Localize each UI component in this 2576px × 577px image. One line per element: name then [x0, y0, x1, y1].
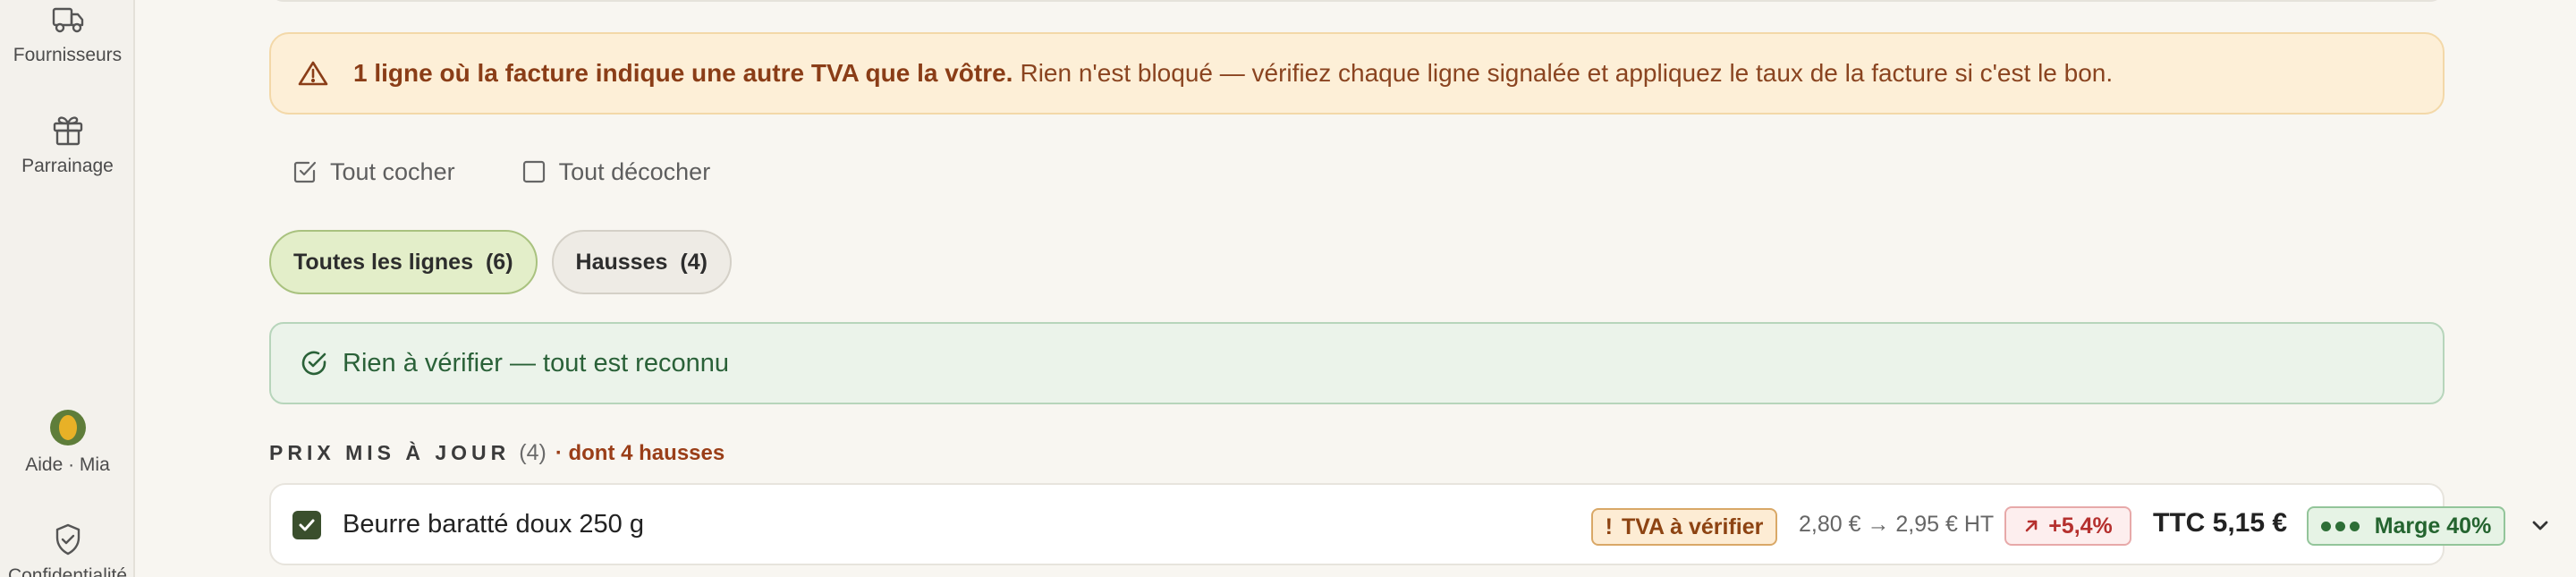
banner-text: Rien à vérifier — tout est reconnu — [343, 348, 729, 378]
margin-value: Marge 40% — [2374, 513, 2492, 539]
section-count: (4) — [519, 440, 547, 465]
check-all-label: Tout cocher — [330, 157, 455, 185]
check-all-button[interactable]: Tout cocher — [292, 158, 455, 186]
sidebar-item-suppliers[interactable]: Fournisseurs — [0, 0, 135, 66]
check-icon — [299, 519, 315, 531]
main-content: 1 ligne où la facture indique une autre … — [135, 0, 2576, 577]
sidebar-item-label: Aide · Mia — [25, 454, 110, 475]
exclamation-icon: ! — [1605, 513, 1613, 539]
filter-chip-all-lines[interactable]: Toutes les lignes (6) — [269, 230, 538, 294]
bulk-actions: Tout cocher Tout décocher — [292, 154, 710, 190]
filter-chips: Toutes les lignes (6) Hausses (4) — [269, 230, 732, 294]
truck-icon — [52, 7, 83, 33]
sidebar: Fournisseurs Parrainage Aide · Mia Confi… — [0, 0, 135, 577]
margin-dots-icon — [2320, 521, 2364, 531]
section-note: · dont 4 hausses — [555, 441, 725, 465]
filter-chip-label: Toutes les lignes — [293, 249, 473, 275]
uncheck-all-button[interactable]: Tout décocher — [521, 157, 711, 186]
shield-check-icon — [55, 523, 80, 556]
arrow-up-right-icon — [2025, 520, 2038, 532]
ttc-price: TTC 5,15 € — [2153, 508, 2288, 538]
checkbox-checked-icon — [293, 161, 317, 183]
sidebar-item-label: Fournisseurs — [13, 45, 123, 65]
sidebar-item-label: Confidentialité — [7, 565, 128, 577]
vat-badge-label: TVA à vérifier — [1621, 513, 1764, 539]
uncheck-all-label: Tout décocher — [558, 157, 711, 185]
alert-text: Rien n'est bloqué — vérifiez chaque lign… — [1020, 59, 2114, 87]
nothing-to-verify-banner: Rien à vérifier — tout est reconnu — [269, 322, 2445, 404]
sidebar-item-label: Parrainage — [21, 156, 114, 176]
checkbox-empty-icon — [522, 160, 545, 183]
filter-chip-count: (4) — [680, 249, 708, 275]
sidebar-item-referral[interactable]: Parrainage — [0, 113, 135, 177]
sidebar-item-help[interactable]: Aide · Mia — [0, 410, 135, 476]
previous-card — [269, 0, 2445, 2]
gift-icon — [53, 116, 82, 146]
sidebar-item-privacy[interactable]: Confidentialité — [0, 522, 135, 577]
filter-chip-rises[interactable]: Hausses (4) — [551, 230, 732, 294]
filter-chip-label: Hausses — [575, 249, 668, 275]
margin-badge: Marge 40% — [2307, 506, 2505, 546]
alert-headline: 1 ligne où la facture indique une autre … — [353, 59, 1013, 87]
expand-row-button[interactable] — [2529, 513, 2552, 541]
chevron-down-icon — [2532, 521, 2548, 530]
section-header: PRIX MIS À JOUR (4) · dont 4 hausses — [269, 440, 724, 466]
warning-triangle-icon — [298, 61, 328, 86]
vat-mismatch-alert: 1 ligne où la facture indique une autre … — [269, 32, 2445, 115]
price-delta-value: +5,4% — [2048, 513, 2113, 539]
check-circle-icon — [301, 351, 326, 376]
vat-check-badge[interactable]: ! TVA à vérifier — [1591, 508, 1777, 546]
section-title: PRIX MIS À JOUR — [269, 441, 511, 464]
product-name: Beurre baratté doux 250 g — [343, 510, 644, 539]
mia-avatar-icon — [49, 410, 86, 445]
price-delta-badge: +5,4% — [2004, 506, 2131, 546]
row-checkbox[interactable] — [292, 511, 321, 539]
filter-chip-count: (6) — [485, 249, 513, 275]
price-change: 2,80 € → 2,95 € HT — [1799, 512, 1995, 537]
table-row[interactable]: Beurre baratté doux 250 g ! TVA à vérifi… — [269, 483, 2548, 565]
